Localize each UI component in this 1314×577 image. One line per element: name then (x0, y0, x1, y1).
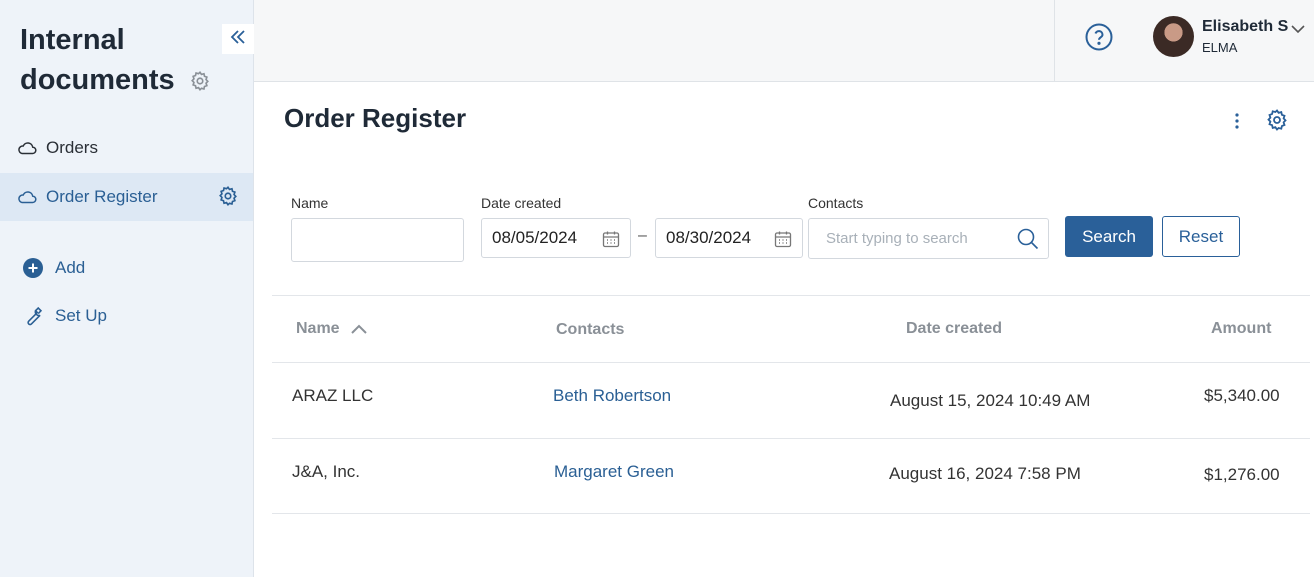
add-label: Add (55, 258, 86, 277)
add-button[interactable]: Add (22, 257, 85, 279)
contacts-search-placeholder: Start typing to search (826, 230, 968, 247)
help-icon[interactable] (1084, 22, 1114, 52)
sidebar-item-orders[interactable]: Orders (0, 124, 253, 172)
date-from-input[interactable]: 08/05/2024 (481, 218, 631, 258)
app-title: Internal documents (20, 20, 220, 103)
plus-circle-icon (22, 257, 44, 279)
gear-icon[interactable] (217, 185, 239, 212)
name-filter-input[interactable] (291, 218, 464, 262)
name-filter-label: Name (291, 195, 329, 211)
date-to-value: 08/30/2024 (666, 228, 752, 247)
collapse-sidebar-button[interactable] (222, 24, 254, 54)
contacts-search-input[interactable]: Start typing to search (808, 218, 1049, 259)
app-settings-gear-icon[interactable] (189, 63, 211, 103)
app-title-text: Internal documents (20, 24, 175, 96)
row-divider (272, 438, 1310, 439)
user-name[interactable]: Elisabeth S (1202, 18, 1288, 36)
reset-button[interactable]: Reset (1162, 216, 1240, 257)
column-header-name-label: Name (296, 320, 340, 337)
row-date-created: August 16, 2024 7:58 PM (889, 464, 1081, 483)
date-from-value: 08/05/2024 (492, 228, 578, 247)
date-to-input[interactable]: 08/30/2024 (655, 218, 803, 258)
more-options-icon[interactable] (1227, 110, 1247, 132)
column-header-contacts[interactable]: Contacts (556, 321, 624, 339)
page-title: Order Register (284, 103, 467, 133)
row-divider (272, 513, 1310, 514)
column-header-name[interactable]: Name (296, 320, 368, 338)
sidebar-item-order-register[interactable]: Order Register (0, 173, 253, 221)
row-contact-link[interactable]: Margaret Green (554, 462, 674, 482)
column-header-date-created[interactable]: Date created (906, 320, 1002, 338)
calendar-icon[interactable] (602, 230, 620, 253)
row-contact-link[interactable]: Beth Robertson (553, 386, 671, 406)
search-icon[interactable] (1016, 227, 1040, 256)
page-settings-gear-icon[interactable] (1265, 108, 1289, 137)
set-up-label: Set Up (55, 306, 107, 325)
chevron-down-icon[interactable] (1290, 22, 1306, 40)
row-name: J&A, Inc. (292, 462, 361, 481)
sort-ascending-chevron-up-icon (350, 323, 368, 335)
cloud-icon (16, 137, 38, 159)
cloud-icon (16, 186, 38, 208)
row-amount: $1,276.00 (1204, 465, 1280, 484)
date-range-dash: – (638, 227, 647, 244)
avatar[interactable] (1153, 16, 1194, 57)
search-button[interactable]: Search (1065, 216, 1153, 257)
column-header-amount[interactable]: Amount (1211, 320, 1271, 338)
row-name: ARAZ LLC (292, 386, 374, 405)
calendar-icon[interactable] (774, 230, 792, 253)
sidebar-item-label: Order Register (46, 187, 158, 206)
date-created-filter-label: Date created (481, 195, 562, 211)
top-bar: Elisabeth S ELMA (254, 0, 1314, 82)
user-org: ELMA (1202, 40, 1238, 55)
table-top-divider (272, 295, 1310, 296)
top-bar-divider (1054, 0, 1055, 82)
set-up-button[interactable]: Set Up (22, 305, 107, 327)
row-amount: $5,340.00 (1204, 386, 1280, 405)
sidebar: Internal documents Orders Order Register… (0, 0, 254, 577)
wrench-icon (22, 305, 44, 327)
contacts-filter-label: Contacts (808, 195, 864, 211)
sidebar-item-label: Orders (46, 138, 98, 157)
double-chevron-left-icon (228, 27, 248, 52)
header-divider (272, 362, 1310, 363)
row-date-created: August 15, 2024 10:49 AM (890, 391, 1091, 410)
